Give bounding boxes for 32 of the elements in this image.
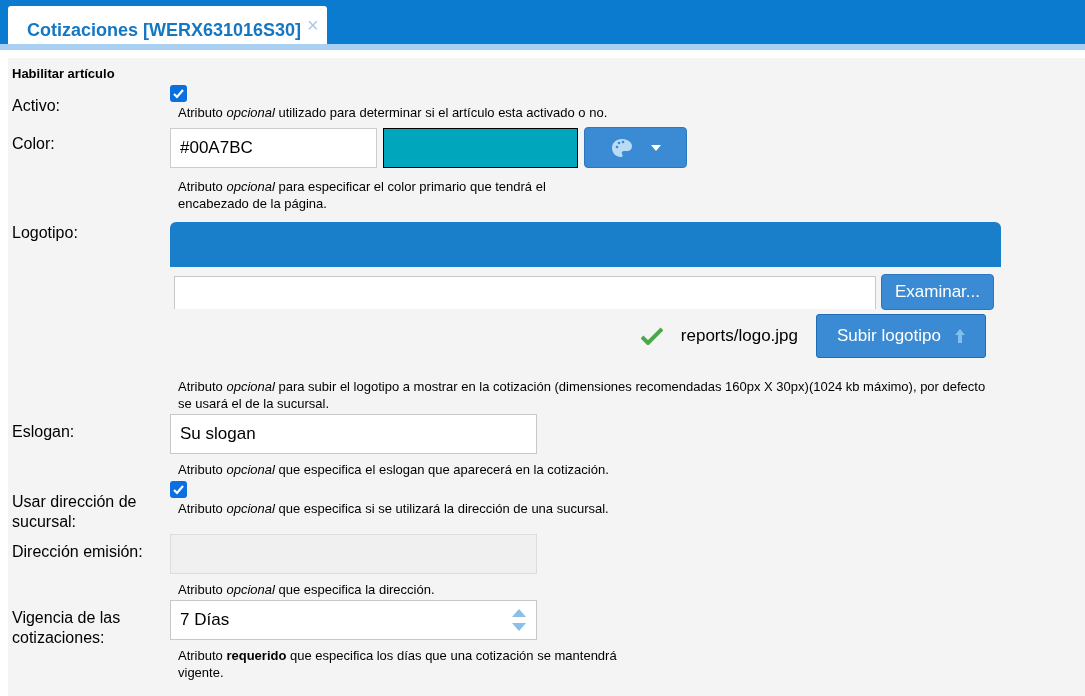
number-input[interactable]: 7 Días bbox=[170, 600, 537, 640]
spinner-arrows-icon[interactable] bbox=[511, 607, 527, 633]
file-input[interactable] bbox=[174, 275, 876, 309]
field-label: Logotipo: bbox=[12, 223, 79, 243]
caret-icon bbox=[650, 144, 661, 151]
color-picker-button[interactable] bbox=[584, 127, 687, 168]
section-title: Habilitar artículo bbox=[12, 65, 116, 82]
help-text: Atributo opcional que especifica el eslogan que aparecerá en la cotización. bbox=[177, 461, 610, 478]
checkbox[interactable] bbox=[170, 481, 187, 498]
uploaded-file-name: reports/logo.jpg bbox=[680, 325, 798, 348]
upload-arrow-icon bbox=[955, 329, 965, 343]
upload-button[interactable]: Subir logotipo bbox=[816, 314, 986, 358]
tab[interactable]: Cotizaciones [WERX631016S30] × bbox=[8, 6, 327, 44]
color-input[interactable]: #00A7BC bbox=[170, 127, 377, 168]
help-text: Atributo requerido que especifica los días que una cotización se mantendrá vigente. bbox=[177, 647, 618, 681]
help-text: Atributo opcional utilizado para determinar si el artículo esta activado o no. bbox=[177, 104, 609, 121]
field-label: Usar dirección de sucursal: bbox=[12, 492, 138, 532]
field-label: Activo: bbox=[12, 96, 61, 116]
field-label: Vigencia de las cotizaciones: bbox=[12, 608, 122, 648]
field-label: Eslogan: bbox=[12, 422, 76, 442]
field-label: Dirección emisión: bbox=[12, 542, 144, 562]
tab-label[interactable]: Cotizaciones [WERX631016S30] bbox=[27, 17, 302, 44]
help-text: Atributo opcional que especifica la dirección. bbox=[177, 581, 436, 598]
browse-button[interactable]: Examinar... bbox=[881, 274, 994, 310]
field-label: Color: bbox=[12, 134, 56, 154]
help-text: Atributo opcional que especifica si se utilizará la dirección de una sucursal. bbox=[177, 500, 610, 517]
checkmark-icon bbox=[640, 327, 663, 345]
text-input[interactable]: Su slogan bbox=[170, 414, 537, 454]
checkbox[interactable] bbox=[170, 85, 187, 102]
help-text: Atributo opcional para subir el logotipo a mostrar en la cotización (dimensiones recomendadas 160px X 30px)(1024 kb máximo), por defecto se usará el de la sucursal. bbox=[177, 378, 987, 412]
help-text: Atributo opcional para especificar el color primario que tendrá el encabezado de la página. bbox=[177, 178, 547, 212]
palette-icon bbox=[610, 137, 633, 158]
